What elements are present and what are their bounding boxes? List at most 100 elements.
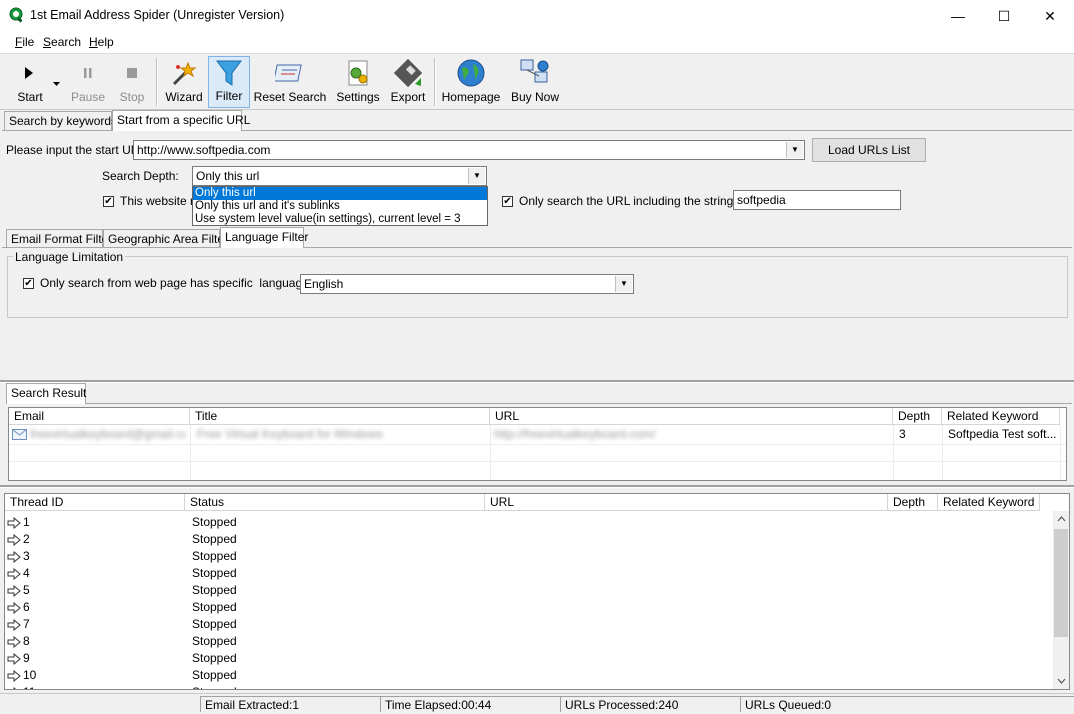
result-keyword: Softpedia Test soft... xyxy=(948,427,1057,441)
status-urls-queued: URLs Queued:0 xyxy=(740,696,1074,712)
scroll-thumb[interactable] xyxy=(1054,529,1068,637)
tab-email-format-filter[interactable]: Email Format Filter xyxy=(6,229,112,248)
results-column-title[interactable]: Title xyxy=(190,408,490,425)
tab-language-filter[interactable]: Language Filter xyxy=(220,227,308,248)
website-checkbox-label: This website ne xyxy=(120,194,192,208)
chevron-down-icon[interactable]: ▼ xyxy=(615,276,632,292)
language-checkbox-label: Only search from web page has specific l… xyxy=(40,276,309,290)
depth-option[interactable]: Use system level value(in settings), cur… xyxy=(193,213,487,226)
homepage-button[interactable]: Homepage xyxy=(442,56,500,108)
threads-list[interactable]: Thread ID Status URL Depth Related Keywo… xyxy=(4,493,1070,690)
threads-scrollbar[interactable] xyxy=(1053,511,1069,689)
stop-icon xyxy=(126,56,138,90)
thread-status: Stopped xyxy=(192,532,237,546)
language-select[interactable]: English ▼ xyxy=(300,274,634,294)
results-column-related-keyword[interactable]: Related Keyword xyxy=(942,408,1060,425)
settings-button[interactable]: Settings xyxy=(334,56,382,108)
menu-search[interactable]: Search xyxy=(43,35,81,49)
result-title: Free Virtual Keyboard for Windows xyxy=(197,427,383,441)
tab-geographic-area-filter[interactable]: Geographic Area Filter xyxy=(103,229,228,248)
search-depth-select[interactable]: Only this url ▼ xyxy=(192,166,487,186)
arrow-right-icon xyxy=(7,601,21,614)
menu-file[interactable]: File xyxy=(15,35,34,49)
splitter[interactable] xyxy=(0,380,1074,383)
close-button[interactable]: ✕ xyxy=(1027,0,1073,32)
thread-id: 1 xyxy=(23,515,30,529)
results-column-email[interactable]: Email xyxy=(9,408,190,425)
maximize-button[interactable]: ☐ xyxy=(981,0,1027,32)
scroll-down-icon[interactable] xyxy=(1053,673,1069,689)
wizard-wand-icon xyxy=(170,56,198,90)
thread-id: 10 xyxy=(23,668,37,682)
reset-search-button[interactable]: Reset Search xyxy=(254,56,326,108)
menu-help[interactable]: Help xyxy=(89,35,114,49)
threads-column-url[interactable]: URL xyxy=(485,494,888,511)
results-column-depth[interactable]: Depth xyxy=(893,408,942,425)
thread-id: 2 xyxy=(23,532,30,546)
tab-start-from-url[interactable]: Start from a specific URL xyxy=(112,110,250,131)
row-gridline xyxy=(9,461,1066,462)
start-url-label: Please input the start URL: xyxy=(6,143,150,157)
load-urls-list-button[interactable]: Load URLs List xyxy=(812,138,926,162)
start-button[interactable]: Start xyxy=(8,56,52,108)
maximize-icon: ☐ xyxy=(997,7,1011,24)
thread-status: Stopped xyxy=(192,600,237,614)
thread-row[interactable]: 9 Stopped xyxy=(7,650,1047,667)
window-title: 1st Email Address Spider (Unregister Ver… xyxy=(30,8,285,22)
export-button[interactable]: Export xyxy=(388,56,428,108)
thread-row[interactable]: 6 Stopped xyxy=(7,599,1047,616)
threads-column-thread-id[interactable]: Thread ID xyxy=(5,494,185,511)
only-search-checkbox[interactable]: ✔ xyxy=(502,196,513,207)
thread-row[interactable]: 2 Stopped xyxy=(7,531,1047,548)
thread-status: Stopped xyxy=(192,549,237,563)
thread-id: 7 xyxy=(23,617,30,631)
tab-search-by-keywords[interactable]: Search by keywords xyxy=(4,111,117,130)
pause-button[interactable]: Pause xyxy=(68,56,108,108)
thread-id: 3 xyxy=(23,549,30,563)
only-search-string-input[interactable]: softpedia xyxy=(733,190,901,210)
globe-icon xyxy=(456,56,486,90)
thread-row[interactable]: 4 Stopped xyxy=(7,565,1047,582)
minimize-button[interactable]: — xyxy=(935,0,981,32)
wizard-button[interactable]: Wizard xyxy=(162,56,206,108)
envelope-icon xyxy=(12,429,27,443)
chevron-down-icon[interactable]: ▼ xyxy=(786,142,803,158)
thread-status: Stopped xyxy=(192,651,237,665)
thread-row[interactable]: 10 Stopped xyxy=(7,667,1047,684)
start-dropdown-arrow-icon[interactable] xyxy=(52,76,62,86)
results-column-url[interactable]: URL xyxy=(490,408,893,425)
start-url-input[interactable]: http://www.softpedia.com ▼ xyxy=(133,140,805,160)
result-depth: 3 xyxy=(899,427,906,441)
tab-panel-border xyxy=(304,247,1072,248)
stop-button[interactable]: Stop xyxy=(114,56,150,108)
chevron-down-icon[interactable]: ▼ xyxy=(468,168,485,184)
toolbar-separator xyxy=(434,58,436,106)
depth-option[interactable]: Only this url and it's sublinks xyxy=(193,200,487,213)
tab-panel-border xyxy=(2,130,112,131)
buy-now-button[interactable]: Buy Now xyxy=(510,56,560,108)
threads-column-depth[interactable]: Depth xyxy=(888,494,938,511)
arrow-right-icon xyxy=(7,550,21,563)
splitter[interactable] xyxy=(0,485,1074,488)
language-checkbox[interactable]: ✔ xyxy=(23,278,34,289)
thread-row[interactable]: 11 Stopped xyxy=(7,684,1047,689)
website-checkbox[interactable]: ✔ xyxy=(103,196,114,207)
threads-column-related-keyword[interactable]: Related Keyword xyxy=(938,494,1040,511)
depth-option[interactable]: Only this url xyxy=(193,187,487,200)
minimize-icon: — xyxy=(951,8,965,24)
thread-row[interactable]: 3 Stopped xyxy=(7,548,1047,565)
search-depth-label: Search Depth: xyxy=(102,169,179,183)
scroll-up-icon[interactable] xyxy=(1053,511,1069,527)
pause-icon xyxy=(82,56,94,90)
results-list[interactable]: Email Title URL Depth Related Keyword fr… xyxy=(8,407,1067,481)
threads-column-status[interactable]: Status xyxy=(185,494,485,511)
filter-button[interactable]: Filter xyxy=(208,56,250,108)
thread-row[interactable]: 5 Stopped xyxy=(7,582,1047,599)
language-group-label: Language Limitation xyxy=(13,250,126,264)
tab-search-result[interactable]: Search Result xyxy=(6,383,86,404)
thread-row[interactable]: 8 Stopped xyxy=(7,633,1047,650)
status-time-elapsed: Time Elapsed:00:44 xyxy=(380,696,560,712)
table-row[interactable]: freevirtualkeyboard@gmail.com Free Virtu… xyxy=(9,425,1060,444)
thread-row[interactable]: 7 Stopped xyxy=(7,616,1047,633)
thread-row[interactable]: 1 Stopped xyxy=(7,514,1047,531)
